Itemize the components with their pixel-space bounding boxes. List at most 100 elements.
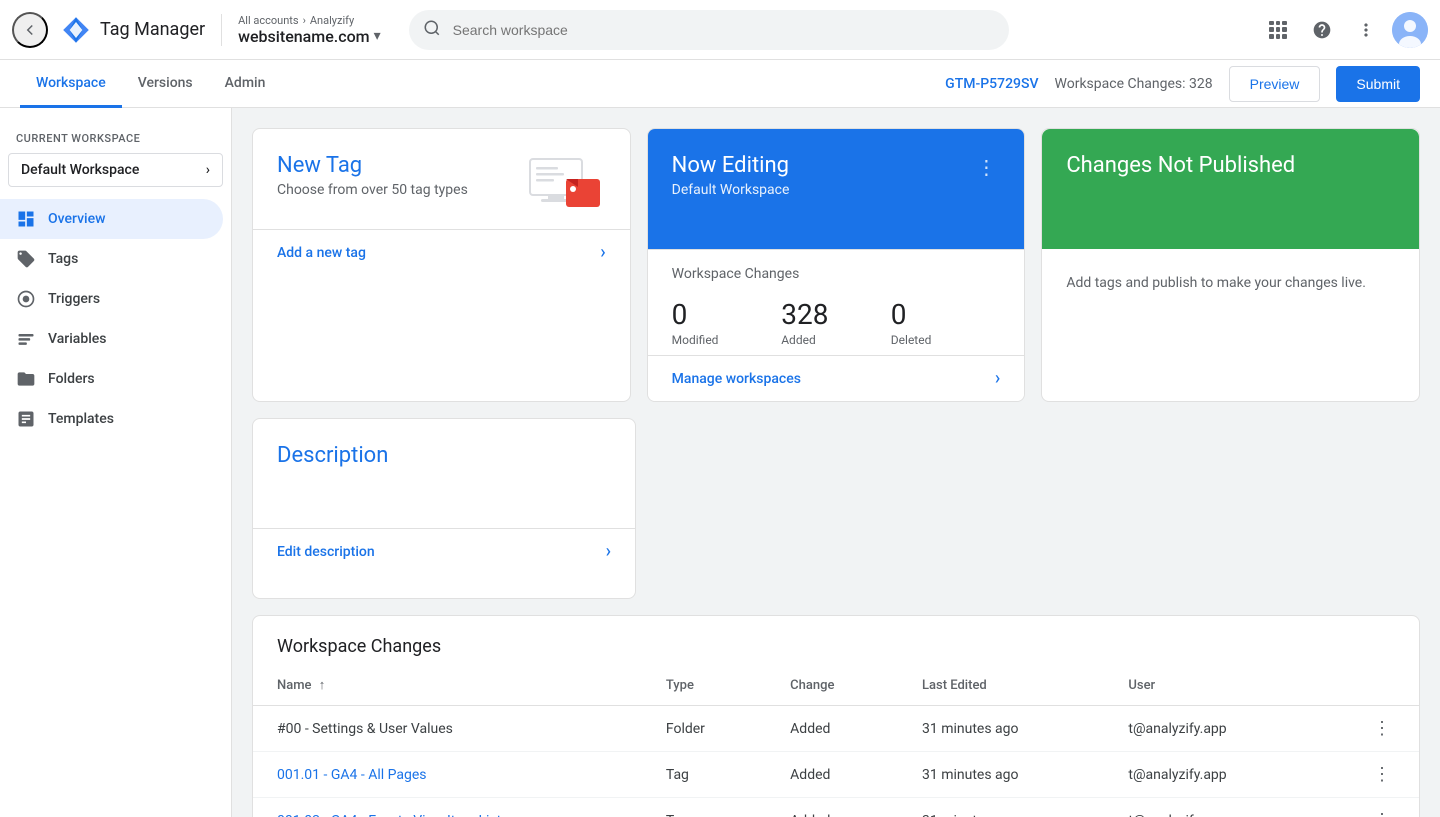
submit-button[interactable]: Submit (1336, 66, 1420, 102)
gtm-id[interactable]: GTM-P5729SV (945, 76, 1038, 92)
add-new-tag-label: Add a new tag (277, 245, 366, 261)
col-type: Type (642, 665, 766, 706)
row-menu-button[interactable]: ⋮ (1369, 760, 1395, 789)
cell-row-actions: ⋮ (1313, 798, 1419, 817)
cell-name[interactable]: 001.01 - GA4 - All Pages (253, 752, 642, 798)
user-avatar[interactable] (1392, 12, 1428, 48)
sidebar-item-label-triggers: Triggers (48, 291, 100, 307)
help-button[interactable] (1304, 12, 1340, 48)
new-tag-title: New Tag (277, 153, 468, 178)
tag-icon-wrap (526, 153, 606, 213)
tab-workspace[interactable]: Workspace (20, 60, 122, 108)
search-bar (409, 10, 1009, 50)
workspace-chevron: › (206, 162, 210, 178)
edit-description-label: Edit description (277, 544, 375, 560)
col-change: Change (766, 665, 898, 706)
tag-monitor-icon (526, 153, 606, 213)
cell-row-actions: ⋮ (1313, 752, 1419, 798)
cell-type: Tag (642, 798, 766, 817)
edit-description-chevron: › (606, 541, 611, 562)
cell-change: Added (766, 798, 898, 817)
preview-button[interactable]: Preview (1229, 66, 1321, 102)
sidebar-item-label-overview: Overview (48, 211, 105, 227)
account-breadcrumb: All accounts › Analyzify (238, 14, 381, 27)
sidebar: CURRENT WORKSPACE Default Workspace › Ov… (0, 108, 232, 817)
stat-added-label: Added (781, 333, 891, 347)
changes-not-published-title: Changes Not Published (1066, 153, 1395, 178)
manage-workspaces-chevron: › (995, 368, 1000, 389)
nav-right: GTM-P5729SV Workspace Changes: 328 Previ… (945, 66, 1420, 102)
templates-icon (16, 409, 36, 429)
top-nav: Tag Manager All accounts › Analyzify web… (0, 0, 1440, 60)
changes-table: Name ↑ Type Change Last Edited User #00 … (253, 665, 1419, 817)
manage-workspaces-label: Manage workspaces (672, 371, 801, 387)
now-editing-more-button[interactable]: ⋮ (972, 153, 1000, 181)
add-new-tag-chevron: › (600, 242, 605, 263)
tab-versions[interactable]: Versions (122, 60, 209, 108)
stat-deleted-label: Deleted (891, 333, 1001, 347)
stat-deleted-value: 0 (891, 298, 1001, 331)
cell-change: Added (766, 752, 898, 798)
stat-added: 328 Added (781, 298, 891, 347)
apps-grid-button[interactable] (1260, 12, 1296, 48)
back-button[interactable] (12, 12, 48, 48)
overview-icon (16, 209, 36, 229)
sort-arrow-name: ↑ (319, 677, 326, 693)
search-input[interactable] (409, 10, 1009, 50)
stat-modified-value: 0 (672, 298, 782, 331)
stat-modified-label: Modified (672, 333, 782, 347)
sidebar-item-triggers[interactable]: Triggers (0, 279, 223, 319)
table-header-row: Name ↑ Type Change Last Edited User (253, 665, 1419, 706)
description-card: Description Edit description › (252, 418, 636, 599)
workspace-selector[interactable]: Default Workspace › (8, 153, 223, 187)
sidebar-item-templates[interactable]: Templates (0, 399, 223, 439)
cell-last-edited: 31 minutes ago (898, 706, 1104, 752)
cell-user: t@analyzify.app (1104, 752, 1313, 798)
workspace-changes-header: Workspace Changes (648, 250, 1025, 290)
cell-type: Folder (642, 706, 766, 752)
cell-change: Added (766, 706, 898, 752)
sidebar-item-folders[interactable]: Folders (0, 359, 223, 399)
sidebar-item-tags[interactable]: Tags (0, 239, 223, 279)
new-tag-card: New Tag Choose from over 50 tag types (252, 128, 631, 402)
row-menu-button[interactable]: ⋮ (1369, 806, 1395, 817)
main-layout: CURRENT WORKSPACE Default Workspace › Ov… (0, 108, 1440, 817)
sidebar-item-overview[interactable]: Overview (0, 199, 223, 239)
new-tag-description: Choose from over 50 tag types (277, 182, 468, 198)
secondary-nav: Workspace Versions Admin GTM-P5729SV Wor… (0, 60, 1440, 108)
workspace-stats: 0 Modified 328 Added 0 Deleted (648, 290, 1025, 355)
current-workspace-label: CURRENT WORKSPACE (0, 116, 231, 149)
search-icon (423, 19, 441, 41)
main-content: New Tag Choose from over 50 tag types (232, 108, 1440, 817)
table-body: #00 - Settings & User ValuesFolderAdded3… (253, 706, 1419, 817)
stat-modified: 0 Modified (672, 298, 782, 347)
cards-row-2: Description Edit description › (252, 418, 1420, 599)
triggers-icon (16, 289, 36, 309)
col-name[interactable]: Name ↑ (253, 665, 642, 706)
col-last-edited: Last Edited (898, 665, 1104, 706)
stat-added-value: 328 (781, 298, 891, 331)
workspace-name: Default Workspace (21, 162, 139, 178)
now-editing-header: Now Editing Default Workspace ⋮ (672, 153, 1001, 198)
col-user: User (1104, 665, 1313, 706)
row-menu-button[interactable]: ⋮ (1369, 714, 1395, 743)
cell-type: Tag (642, 752, 766, 798)
tab-admin[interactable]: Admin (209, 60, 282, 108)
cell-row-actions: ⋮ (1313, 706, 1419, 752)
manage-workspaces-action[interactable]: Manage workspaces › (648, 355, 1025, 401)
now-editing-title: Now Editing (672, 153, 790, 178)
cell-user: t@analyzify.app (1104, 706, 1313, 752)
sidebar-item-label-variables: Variables (48, 331, 106, 347)
edit-description-action[interactable]: Edit description › (253, 528, 635, 574)
workspace-changes-section: Workspace Changes 0 Modified 328 Added 0 (648, 249, 1025, 401)
grid-icon (1269, 21, 1287, 39)
sidebar-item-variables[interactable]: Variables (0, 319, 223, 359)
now-editing-combined: Now Editing Default Workspace ⋮ Workspac… (647, 128, 1026, 402)
cell-name[interactable]: 001.02 - GA4 - Event - View Item List (253, 798, 642, 817)
now-editing-subtitle: Default Workspace (672, 182, 790, 198)
more-options-button[interactable] (1348, 12, 1384, 48)
cell-name: #00 - Settings & User Values (253, 706, 642, 752)
description-card-inner: Description Edit description › (277, 443, 611, 574)
add-new-tag-action[interactable]: Add a new tag › (253, 229, 630, 275)
domain-selector[interactable]: websitename.com ▾ (238, 27, 381, 46)
